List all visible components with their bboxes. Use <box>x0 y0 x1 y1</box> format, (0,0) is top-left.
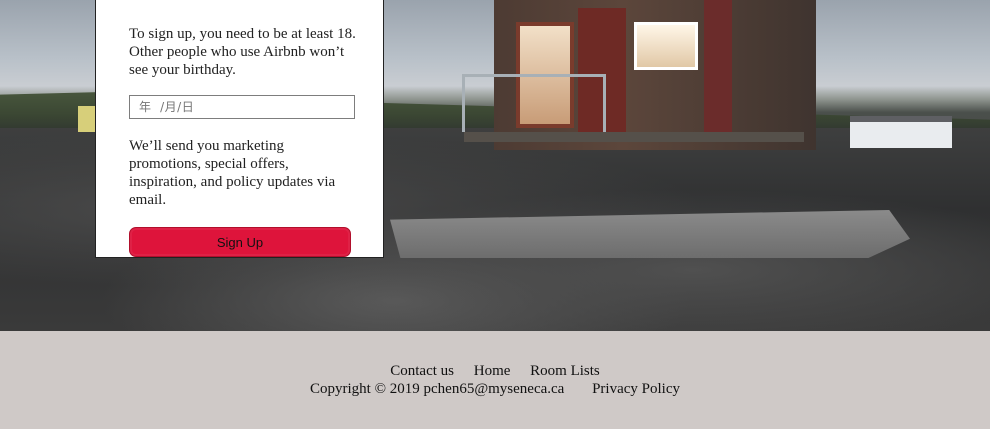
marketing-notice-text: We’ll send you marketing promotions, spe… <box>129 138 336 208</box>
house-deck <box>464 132 804 142</box>
hero-background-building <box>78 106 96 132</box>
hero-tiny-house <box>462 0 816 150</box>
signup-card: To sign up, you need to be at least 18. … <box>95 0 384 258</box>
house-window <box>634 22 698 70</box>
footer-link-home[interactable]: Home <box>474 363 511 380</box>
footer-copyright: Copyright © 2019 pchen65@myseneca.ca <box>310 381 565 397</box>
footer: Contact us Home Room Lists Copyright © 2… <box>0 331 990 429</box>
birthday-date-input[interactable] <box>129 95 355 119</box>
footer-bottom: Copyright © 2019 pchen65@myseneca.ca Pri… <box>0 381 990 398</box>
sign-up-button[interactable]: Sign Up <box>129 227 351 257</box>
hero-background-cabin <box>850 116 952 148</box>
house-red-panel-right <box>704 0 732 132</box>
footer-link-room-lists[interactable]: Room Lists <box>530 363 600 380</box>
age-notice-text: To sign up, you need to be at least 18. … <box>129 26 356 78</box>
footer-nav: Contact us Home Room Lists <box>0 363 990 380</box>
house-deck-railing <box>462 74 606 132</box>
footer-link-contact-us[interactable]: Contact us <box>390 363 454 380</box>
footer-link-privacy-policy[interactable]: Privacy Policy <box>592 381 680 398</box>
